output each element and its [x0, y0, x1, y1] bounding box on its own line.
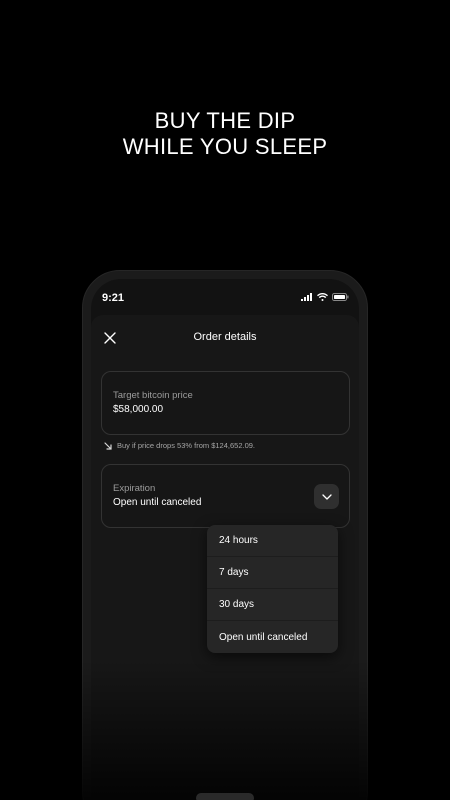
phone-screen: 9:21 Order details Target bitcoin price … [91, 279, 359, 800]
expiration-label: Expiration [113, 483, 156, 494]
home-indicator [196, 793, 254, 800]
expiration-option-open-until-canceled[interactable]: Open until canceled [207, 621, 338, 653]
price-drop-hint-text: Buy if price drops 53% from $124,652.09. [117, 441, 255, 450]
price-drop-hint: Buy if price drops 53% from $124,652.09. [104, 441, 255, 450]
headline-line-2: WHILE YOU SLEEP [122, 134, 328, 159]
chevron-down-icon [321, 493, 332, 500]
status-time: 9:21 [102, 292, 125, 304]
expiration-option-24-hours[interactable]: 24 hours [207, 525, 338, 557]
order-details-sheet: Order details Target bitcoin price $58,0… [91, 315, 359, 800]
wifi-icon [317, 293, 328, 301]
headline-line-1: BUY THE DIP [154, 108, 296, 133]
signal-icon [301, 293, 312, 301]
expiration-field[interactable]: Expiration Open until canceled [101, 464, 350, 528]
status-icons [301, 293, 349, 301]
phone-frame: 9:21 Order details Target bitcoin price … [82, 270, 368, 800]
target-price-label: Target bitcoin price [113, 390, 193, 401]
headline: BUY THE DIP WHILE YOU SLEEP [0, 108, 450, 160]
sheet-title: Order details [193, 331, 257, 343]
trend-down-arrow-icon [104, 441, 112, 450]
expiration-dropdown-button[interactable] [314, 484, 339, 509]
status-bar: 9:21 [91, 279, 359, 317]
target-price-value: $58,000.00 [113, 404, 164, 415]
expiration-option-7-days[interactable]: 7 days [207, 557, 338, 589]
expiration-value: Open until canceled [113, 497, 202, 508]
target-price-field[interactable]: Target bitcoin price $58,000.00 [101, 371, 350, 435]
screen-root: BUY THE DIP WHILE YOU SLEEP 9:21 Order d… [0, 0, 450, 800]
expiration-option-30-days[interactable]: 30 days [207, 589, 338, 621]
expiration-options-menu: 24 hours 7 days 30 days Open until cance… [207, 525, 338, 653]
battery-icon [332, 293, 349, 301]
